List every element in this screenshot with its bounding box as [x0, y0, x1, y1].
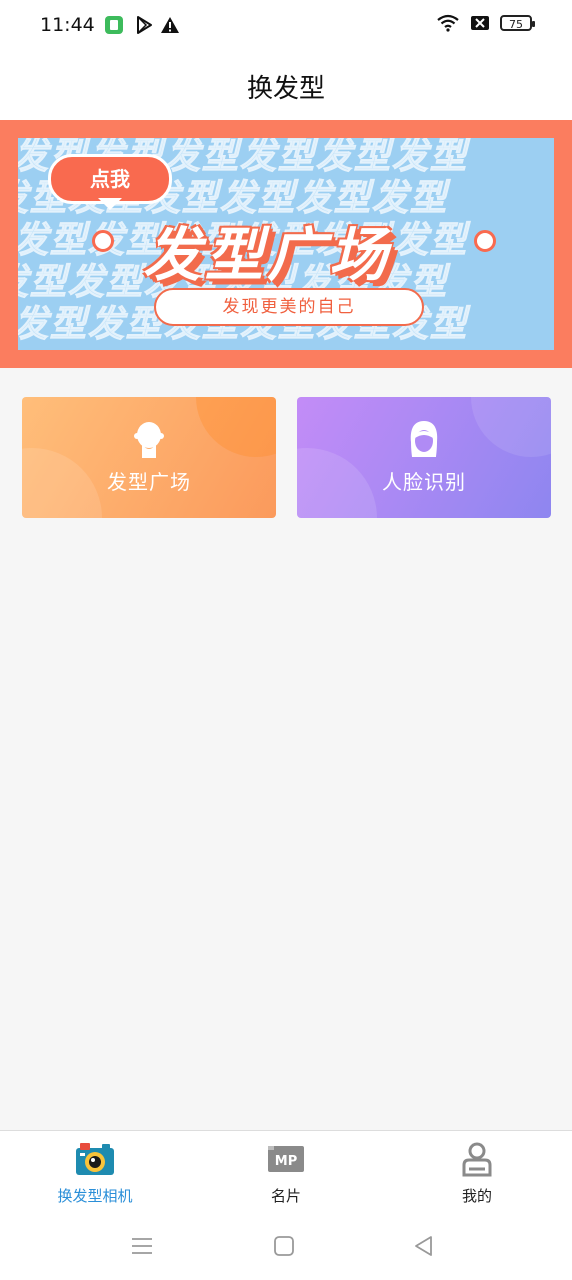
- status-bar: 11:44 75: [0, 0, 572, 52]
- menu-icon[interactable]: [130, 1234, 154, 1258]
- status-time: 11:44: [40, 14, 95, 36]
- banner-dot-left: [92, 230, 114, 252]
- card-decoration: [471, 397, 551, 457]
- card-decoration: [22, 448, 102, 518]
- female-face-icon: [410, 421, 438, 457]
- mp-card-icon: MP: [268, 1146, 304, 1172]
- battery-indicator: 75: [500, 15, 535, 31]
- nav-item-hairstyle-camera[interactable]: 换发型相机: [0, 1141, 190, 1211]
- page-title: 换发型: [246, 73, 325, 104]
- status-right-group: 75: [436, 14, 535, 32]
- banner-headline: 发型广场: [143, 221, 392, 289]
- profile-icon: [462, 1142, 492, 1177]
- banner-tagline: 发现更美的自己: [154, 288, 424, 326]
- system-navigation-bar: [0, 1218, 572, 1280]
- nav-label-hairstyle-camera: 换发型相机: [57, 1187, 133, 1205]
- banner-inner: 发型发型发型发型发型发型 发型发型发型发型发型发型 发型发型发型发型发型发型 发…: [18, 138, 554, 350]
- svg-text:MP: MP: [275, 1154, 297, 1169]
- hairstyle-plaza-card[interactable]: 发型广场: [22, 397, 276, 518]
- nav-item-card[interactable]: MP 名片: [191, 1141, 381, 1211]
- nav-label-card: 名片: [270, 1187, 301, 1205]
- home-icon[interactable]: [272, 1234, 296, 1258]
- head-silhouette-icon: [134, 422, 164, 458]
- click-me-bubble[interactable]: 点我: [48, 154, 172, 204]
- hairstyle-plaza-label: 发型广场: [107, 470, 191, 494]
- app-notification-icon: [105, 16, 123, 34]
- title-bar: 换发型: [0, 52, 572, 120]
- wifi-icon: [437, 14, 459, 32]
- no-sim-icon: [471, 16, 489, 30]
- nav-item-mine[interactable]: 我的: [382, 1141, 572, 1211]
- camera-icon: [76, 1143, 114, 1175]
- bubble-tail: [98, 198, 122, 210]
- nav-label-mine: 我的: [461, 1187, 492, 1205]
- hairstyle-banner[interactable]: 发型发型发型发型发型发型 发型发型发型发型发型发型 发型发型发型发型发型发型 发…: [0, 120, 572, 368]
- card-decoration: [297, 448, 377, 518]
- warning-icon: [161, 17, 179, 33]
- banner-dot-right: [474, 230, 496, 252]
- bottom-navigation: 换发型相机 MP 名片 我的: [0, 1130, 572, 1219]
- back-icon[interactable]: [412, 1234, 436, 1258]
- play-store-icon: [137, 16, 152, 34]
- face-recognition-label: 人脸识别: [382, 470, 466, 494]
- card-decoration: [196, 397, 276, 457]
- face-recognition-card[interactable]: 人脸识别: [297, 397, 551, 518]
